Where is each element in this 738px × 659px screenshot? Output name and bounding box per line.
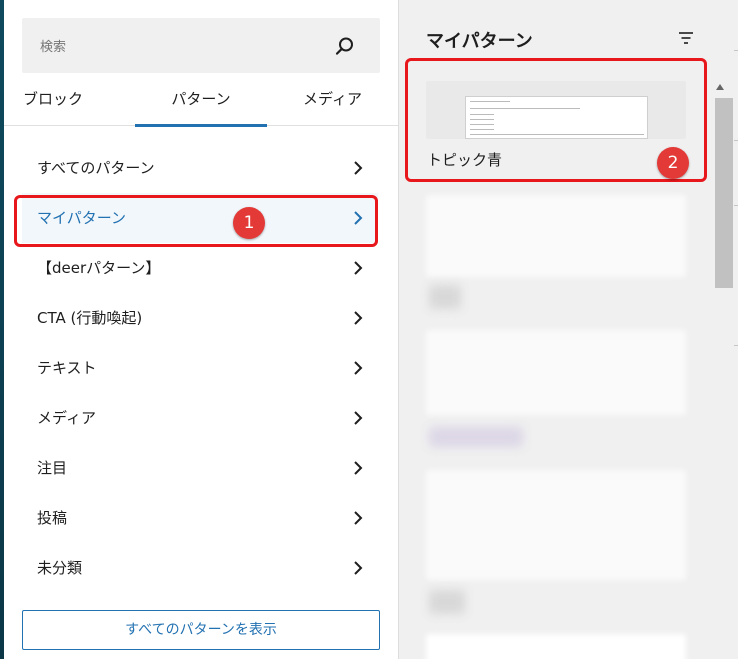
category-text[interactable]: テキスト xyxy=(22,343,378,393)
category-label: 投稿 xyxy=(37,509,68,527)
chevron-right-icon xyxy=(354,161,363,175)
category-label: 【deerパターン】 xyxy=(37,259,161,277)
blurred-content xyxy=(429,590,465,614)
chevron-right-icon xyxy=(354,311,363,325)
tab-media[interactable]: メディア xyxy=(267,82,398,126)
tab-blocks[interactable]: ブロック xyxy=(4,82,102,126)
filter-icon[interactable] xyxy=(678,30,694,46)
category-label: CTA (行動喚起) xyxy=(37,309,143,327)
category-featured[interactable]: 注目 xyxy=(22,443,378,493)
pattern-card-blurred[interactable] xyxy=(426,470,686,580)
chevron-right-icon xyxy=(354,411,363,425)
search-icon[interactable] xyxy=(334,35,356,57)
tab-patterns[interactable]: パターン xyxy=(135,82,267,127)
blurred-content xyxy=(429,427,523,447)
blurred-content xyxy=(429,285,461,309)
panel-title: マイパターン xyxy=(426,31,533,52)
category-cta[interactable]: CTA (行動喚起) xyxy=(22,293,378,343)
background-line xyxy=(734,140,738,141)
block-inserter-panel: 検索 ブロック パターン メディア すべてのパターン マイパターン 【deerパ… xyxy=(4,0,398,659)
background-line xyxy=(734,205,738,206)
search-input[interactable]: 検索 xyxy=(22,18,380,73)
chevron-right-icon xyxy=(354,561,363,575)
category-uncategorized[interactable]: 未分類 xyxy=(22,543,378,593)
pattern-card-blurred[interactable] xyxy=(426,330,686,415)
show-all-patterns-button[interactable]: すべてのパターンを表示 xyxy=(22,610,380,650)
scrollbar-thumb[interactable] xyxy=(715,98,733,288)
background-line xyxy=(734,50,738,51)
step-marker-1: 1 xyxy=(233,207,265,239)
category-label: 注目 xyxy=(37,459,68,477)
category-label: メディア xyxy=(37,409,96,427)
category-posts[interactable]: 投稿 xyxy=(22,493,378,543)
category-label: 未分類 xyxy=(37,559,83,577)
category-deer-patterns[interactable]: 【deerパターン】 xyxy=(22,243,378,293)
chevron-right-icon xyxy=(354,261,363,275)
background-line xyxy=(734,345,738,346)
category-label: テキスト xyxy=(37,359,97,377)
chevron-right-icon xyxy=(354,461,363,475)
category-media[interactable]: メディア xyxy=(22,393,378,443)
chevron-right-icon xyxy=(354,511,363,525)
scroll-up-arrow-icon[interactable] xyxy=(716,84,724,90)
chevron-right-icon xyxy=(354,361,363,375)
category-all-patterns[interactable]: すべてのパターン xyxy=(22,143,378,193)
category-label: すべてのパターン xyxy=(37,159,155,177)
pattern-card-blurred[interactable] xyxy=(426,195,686,277)
step-marker-2: 2 xyxy=(657,147,689,179)
highlight-box-my-patterns xyxy=(14,195,378,247)
inserter-tabs: ブロック パターン メディア xyxy=(4,82,398,127)
search-placeholder: 検索 xyxy=(40,40,67,55)
pattern-card-blurred[interactable] xyxy=(426,634,686,659)
